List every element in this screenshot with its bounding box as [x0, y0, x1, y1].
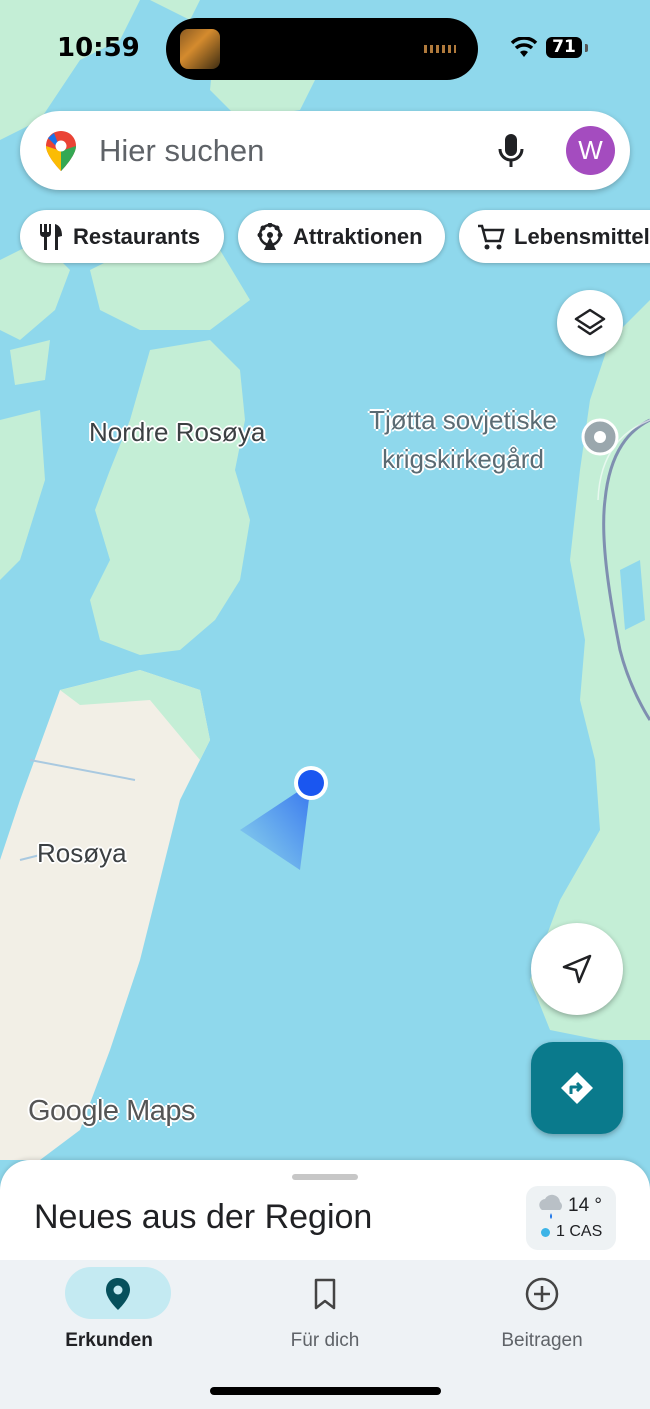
nav-label: Für dich [290, 1330, 360, 1351]
my-location-button[interactable] [531, 923, 623, 1015]
battery-indicator: 71 [546, 37, 582, 58]
weather-temperature: 14 ° [568, 1195, 603, 1216]
chip-attractions[interactable]: Attraktionen [238, 210, 445, 263]
search-bar[interactable]: Hier suchen W [20, 111, 630, 190]
now-playing-thumbnail [180, 29, 220, 69]
map-label-nordre-rosoya[interactable]: Nordre Rosøya [89, 417, 265, 448]
home-indicator[interactable] [210, 1387, 441, 1395]
location-pin-icon [106, 1278, 130, 1310]
poi-label-line: Tjøtta sovjetiske [369, 405, 557, 435]
add-circle-icon [525, 1277, 559, 1311]
bottom-sheet[interactable]: Neues aus der Region 14 ° 1 CAS [0, 1160, 650, 1270]
layers-icon [574, 308, 606, 336]
fork-knife-icon [40, 223, 62, 250]
bookmark-icon [314, 1278, 336, 1310]
dynamic-island[interactable] [166, 18, 478, 80]
wifi-icon [510, 37, 538, 57]
sheet-drag-handle[interactable] [292, 1174, 358, 1180]
directions-button[interactable] [531, 1042, 623, 1134]
attraction-icon [257, 222, 283, 250]
weather-widget[interactable]: 14 ° 1 CAS [526, 1186, 616, 1250]
map-label-rosoya[interactable]: Rosøya [37, 838, 127, 869]
nav-label: Beitragen [501, 1330, 583, 1351]
rain-cloud-icon [539, 1194, 562, 1219]
air-quality-dot [541, 1228, 550, 1237]
navigation-arrow-icon [562, 954, 592, 984]
sheet-title: Neues aus der Region [34, 1198, 373, 1236]
directions-icon [561, 1072, 593, 1104]
air-quality-index: 1 CAS [556, 1223, 603, 1240]
audio-waveform-icon [424, 45, 456, 53]
nav-label: Erkunden [65, 1330, 153, 1351]
chip-label: Lebensmittel [514, 223, 650, 249]
chip-restaurants[interactable]: Restaurants [20, 210, 224, 263]
google-maps-logo: Google Maps [28, 1095, 196, 1127]
chip-label: Restaurants [73, 223, 201, 249]
google-maps-pin-icon [46, 131, 76, 171]
cart-icon [478, 224, 505, 249]
poi-label[interactable]: Tjøtta sovjetiske krigskirkegård [350, 401, 576, 479]
account-avatar[interactable]: W [566, 126, 615, 175]
status-time: 10:59 [57, 33, 140, 63]
microphone-icon[interactable] [496, 133, 526, 169]
battery-tip [585, 44, 588, 52]
layers-button[interactable] [557, 290, 623, 356]
status-bar: 10:59 71 [0, 0, 650, 95]
chip-groceries[interactable]: Lebensmittel [459, 210, 650, 263]
search-input[interactable]: Hier suchen [99, 133, 264, 169]
poi-label-line: krigskirkegård [382, 444, 544, 474]
chip-label: Attraktionen [293, 223, 423, 249]
